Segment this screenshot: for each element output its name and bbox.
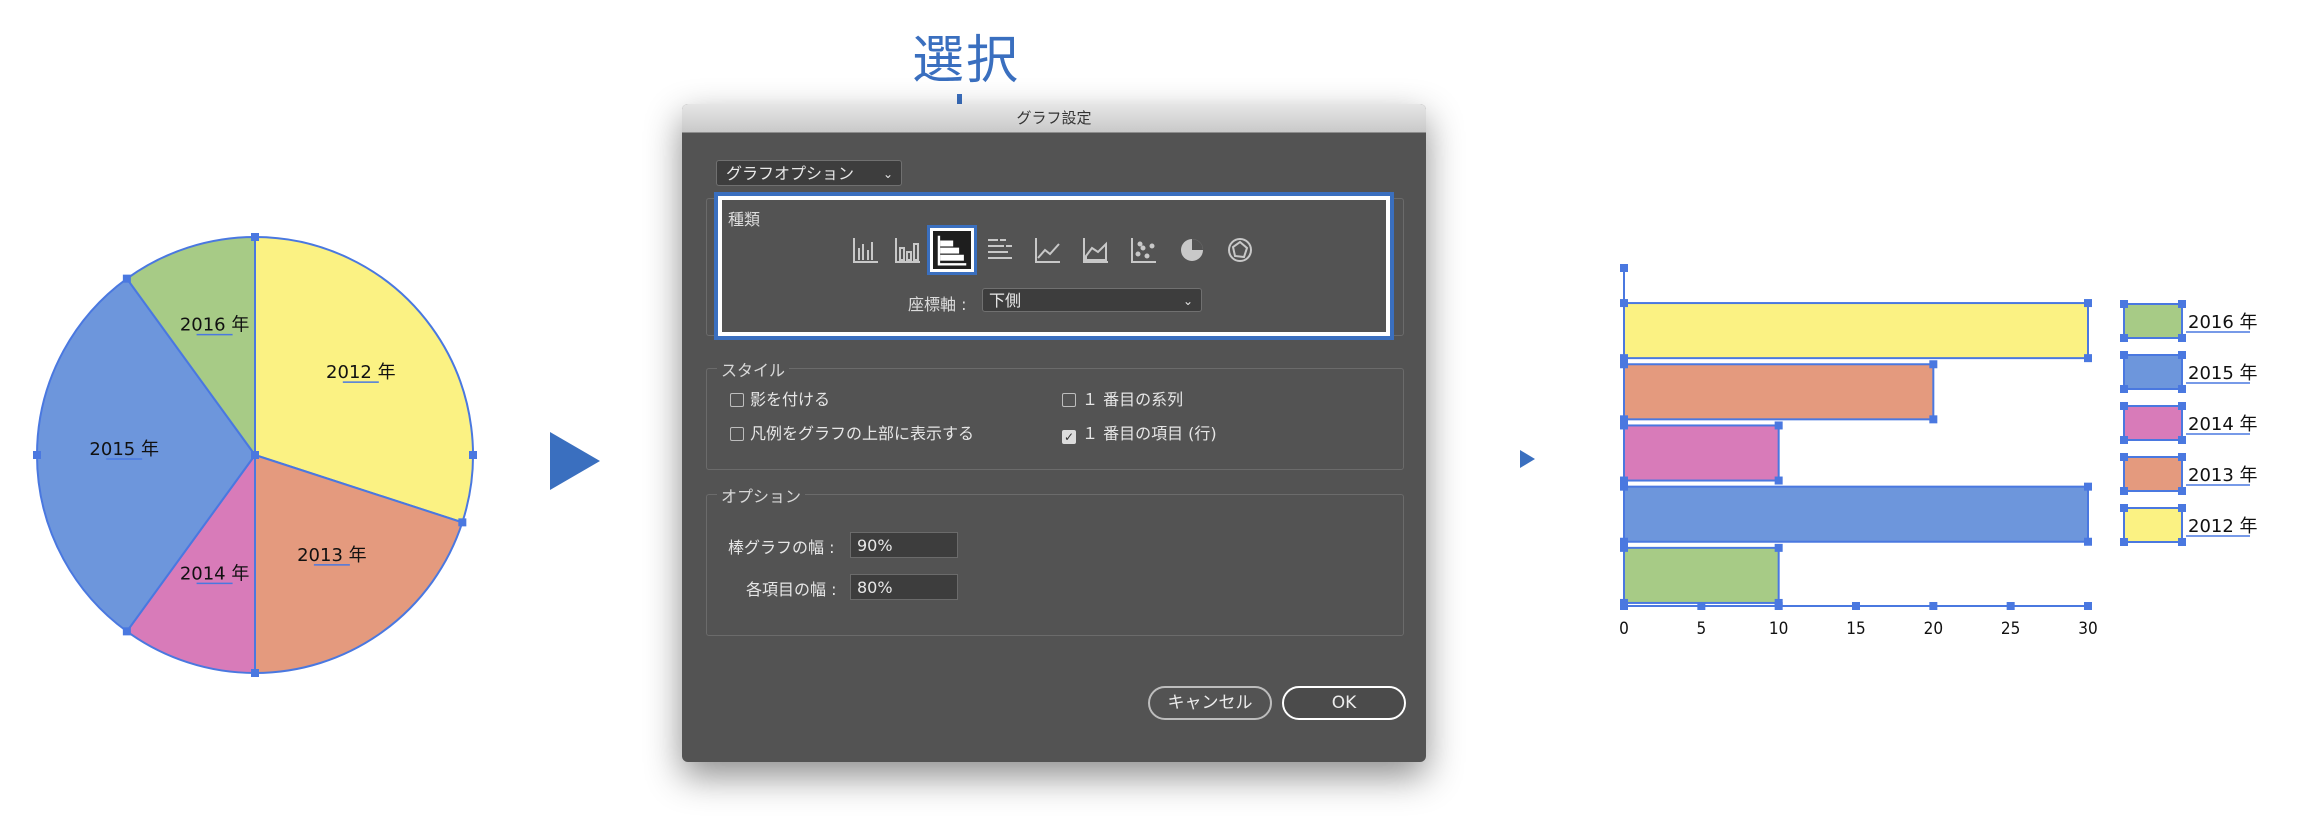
- selection-handle[interactable]: [2178, 300, 2186, 308]
- x-tick-label: 10: [1769, 619, 1788, 639]
- selection-handle[interactable]: [2178, 453, 2186, 461]
- selection-handle[interactable]: [1697, 602, 1706, 610]
- x-tick-label: 20: [1924, 619, 1943, 639]
- selection-handle[interactable]: [2178, 334, 2186, 342]
- selection-handle[interactable]: [2120, 453, 2128, 461]
- selection-handle[interactable]: [2178, 402, 2186, 410]
- selection-handle[interactable]: [2178, 436, 2186, 444]
- selection-handle[interactable]: [2120, 487, 2128, 495]
- selection-handle[interactable]: [2178, 504, 2186, 512]
- x-tick-label: 30: [2078, 619, 2097, 639]
- selection-handle[interactable]: [2178, 538, 2186, 546]
- legend-label: 2014 年: [2188, 414, 2258, 435]
- bar[interactable]: [1623, 546, 1780, 604]
- selection-handle[interactable]: [2178, 487, 2186, 495]
- bar-chart[interactable]: 0 5 10 15 20 25 30 2016 年 2015 年 2014 年 2013 年 2012…: [0, 0, 2312, 820]
- selection-handle[interactable]: [2120, 385, 2128, 393]
- bar[interactable]: [1623, 363, 1935, 421]
- selection-handle[interactable]: [2178, 385, 2186, 393]
- selection-handle[interactable]: [2178, 351, 2186, 359]
- x-tick-label: 25: [2001, 619, 2020, 639]
- x-tick-label: 15: [1846, 619, 1865, 639]
- selection-handle[interactable]: [1774, 421, 1783, 430]
- selection-handle[interactable]: [2120, 436, 2128, 444]
- selection-handle[interactable]: [1774, 602, 1783, 610]
- selection-handle[interactable]: [1929, 415, 1938, 424]
- legend-label: 2012 年: [2188, 516, 2258, 537]
- selection-handle[interactable]: [2120, 538, 2128, 546]
- selection-handle[interactable]: [2084, 299, 2092, 308]
- x-tick-label: 0: [1619, 619, 1629, 639]
- selection-handle[interactable]: [2084, 482, 2092, 491]
- x-tick-label: 5: [1696, 619, 1706, 639]
- bar[interactable]: [1623, 485, 2089, 543]
- selection-handle[interactable]: [2084, 354, 2092, 363]
- selection-handle[interactable]: [2006, 602, 2015, 610]
- bar[interactable]: [1623, 302, 2089, 360]
- legend-swatch[interactable]: [2123, 405, 2183, 441]
- bar[interactable]: [1623, 424, 1780, 482]
- selection-handle[interactable]: [1774, 543, 1783, 552]
- selection-handle[interactable]: [1852, 602, 1860, 610]
- legend-label: 2013 年: [2188, 465, 2258, 486]
- selection-handle[interactable]: [1929, 602, 1938, 610]
- selection-handle[interactable]: [1620, 602, 1628, 610]
- selection-handle[interactable]: [2120, 334, 2128, 342]
- selection-handle[interactable]: [1929, 360, 1938, 369]
- legend-swatch[interactable]: [2123, 354, 2183, 390]
- selection-handle[interactable]: [2120, 351, 2128, 359]
- selection-handle[interactable]: [2084, 537, 2092, 546]
- selection-handle[interactable]: [1774, 476, 1783, 485]
- selection-handle[interactable]: [2120, 300, 2128, 308]
- legend-swatch[interactable]: [2123, 456, 2183, 492]
- legend-label: 2016 年: [2188, 312, 2258, 333]
- legend-label: 2015 年: [2188, 363, 2258, 384]
- legend-swatch[interactable]: [2123, 507, 2183, 543]
- legend-swatch[interactable]: [2123, 303, 2183, 339]
- selection-handle[interactable]: [2120, 402, 2128, 410]
- selection-handle[interactable]: [2084, 602, 2092, 610]
- selection-handle[interactable]: [2120, 504, 2128, 512]
